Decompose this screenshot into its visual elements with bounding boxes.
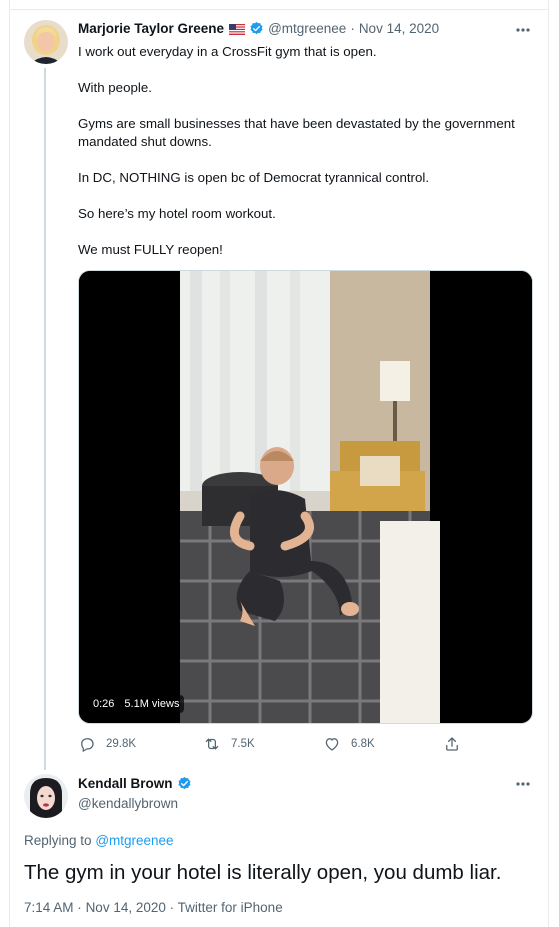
video-duration: 0:26: [93, 698, 115, 710]
more-options-icon[interactable]: [515, 23, 535, 37]
reply-author-name[interactable]: Kendall Brown: [78, 776, 173, 791]
video-badge: 0:26 5.1M views: [88, 695, 185, 713]
like-count: 6.8K: [351, 738, 375, 750]
reply-more-options-icon[interactable]: [515, 777, 535, 791]
share-icon: [446, 737, 458, 751]
meta-separator: ·: [169, 900, 175, 915]
replying-mention[interactable]: @mtgreenee: [95, 833, 173, 848]
reply-header: Kendall Brown: [78, 776, 192, 791]
video-frame: [79, 271, 532, 723]
mtg-avatar[interactable]: [24, 20, 68, 64]
reply-count: 29.8K: [106, 738, 137, 750]
verified-badge-icon: [177, 776, 192, 791]
author-handle[interactable]: @mtgreenee: [268, 21, 346, 36]
reply-text: The gym in your hotel is literally open,…: [24, 861, 502, 884]
replying-to: Replying to @mtgreenee: [24, 833, 174, 848]
like-button[interactable]: 6.8K: [323, 735, 375, 753]
reply-button[interactable]: 29.8K: [78, 735, 136, 753]
replying-prefix: Replying to: [24, 833, 92, 848]
reply-icon: [81, 738, 94, 752]
thread-line: [44, 68, 46, 770]
retweet-button[interactable]: 7.5K: [203, 735, 255, 753]
tweet-paragraph: We must FULLY reopen!: [78, 242, 223, 257]
tweet-header: Marjorie Taylor Greene @mtgreenee · Nov …: [78, 21, 439, 36]
reply-date[interactable]: Nov 14, 2020: [86, 900, 166, 915]
share-button[interactable]: [443, 735, 471, 753]
retweet-icon: [205, 738, 219, 750]
video-player[interactable]: 0:26 5.1M views: [78, 270, 533, 724]
reply-time[interactable]: 7:14 AM: [24, 900, 74, 915]
tweet-paragraph: With people.: [78, 80, 152, 95]
us-flag-icon: [229, 23, 246, 35]
verified-badge-icon: [249, 21, 264, 36]
tweet-actions: 29.8K 7.5K 6.8K: [78, 735, 533, 755]
reply-meta: 7:14 AM · Nov 14, 2020 · Twitter for iPh…: [24, 900, 283, 915]
retweet-count: 7.5K: [231, 738, 255, 750]
separator: ·: [350, 21, 355, 36]
tweet-date[interactable]: Nov 14, 2020: [359, 21, 439, 36]
author-name[interactable]: Marjorie Taylor Greene: [78, 21, 224, 36]
heart-icon: [325, 738, 339, 751]
meta-separator: ·: [77, 900, 82, 915]
tweet-paragraph: Gyms are small businesses that have been…: [78, 116, 515, 149]
kendall-avatar[interactable]: [24, 774, 68, 818]
tweet-paragraph: In DC, NOTHING is open bc of Democrat ty…: [78, 170, 430, 185]
top-divider: [9, 9, 549, 10]
tweet-paragraph: I work out everyday in a CrossFit gym th…: [78, 44, 377, 59]
video-views: 5.1M views: [124, 698, 180, 710]
reply-author-handle[interactable]: @kendallybrown: [78, 796, 178, 811]
reply-client[interactable]: Twitter for iPhone: [178, 900, 283, 915]
tweet-paragraph: So here’s my hotel room workout.: [78, 206, 276, 221]
